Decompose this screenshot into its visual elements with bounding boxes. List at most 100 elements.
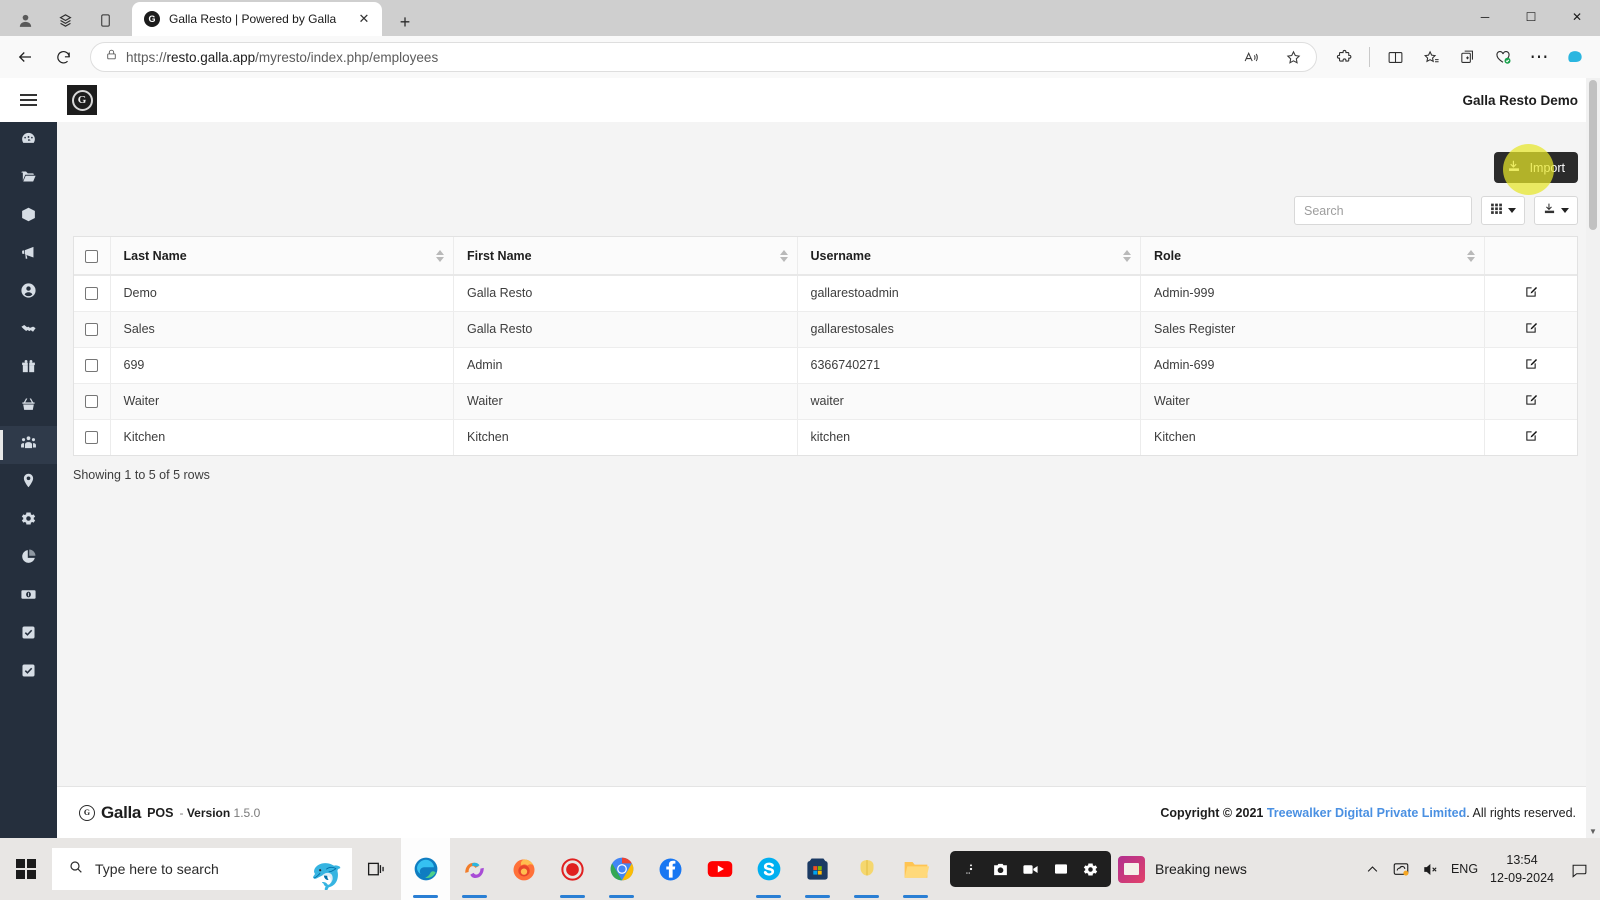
input-language[interactable]: ENG	[1451, 862, 1478, 876]
edit-pencil-icon[interactable]	[1524, 286, 1538, 302]
taskbar-search[interactable]: Type here to search 🐬	[52, 848, 352, 890]
sidebar-item-reports[interactable]	[0, 540, 57, 578]
task-view-button[interactable]	[352, 838, 401, 900]
back-icon[interactable]	[8, 41, 42, 73]
select-all-header[interactable]	[74, 237, 111, 276]
start-button[interactable]	[0, 838, 52, 900]
column-header-first-name[interactable]: First Name	[453, 237, 798, 276]
more-settings-icon[interactable]: ⋯	[1522, 41, 1556, 73]
sidebar-item-dashboard[interactable]	[0, 122, 57, 160]
sidebar-item-files[interactable]	[0, 160, 57, 198]
news-widget[interactable]: Breaking news	[1118, 855, 1247, 883]
sort-toggle-icon[interactable]	[1466, 249, 1475, 262]
cell-actions[interactable]	[1484, 419, 1577, 455]
taskbar-app-firefox[interactable]	[499, 838, 548, 900]
edit-pencil-icon[interactable]	[1524, 358, 1538, 374]
favorites-list-icon[interactable]	[1414, 41, 1448, 73]
taskbar-app-file-explorer[interactable]	[891, 838, 940, 900]
add-favorite-icon[interactable]	[1276, 41, 1310, 73]
sidebar-item-payments[interactable]	[0, 578, 57, 616]
onedrive-icon[interactable]	[1392, 860, 1410, 878]
column-header-role[interactable]: Role	[1140, 237, 1485, 276]
company-link[interactable]: Treewalker Digital Private Limited	[1267, 806, 1466, 820]
sidebar-item-employees[interactable]	[0, 426, 57, 464]
row-checkbox[interactable]	[85, 395, 99, 409]
taskbar-app-youtube[interactable]	[695, 838, 744, 900]
add-collection-icon[interactable]	[1450, 41, 1484, 73]
notification-icon[interactable]	[1566, 856, 1592, 882]
sort-toggle-icon[interactable]	[779, 249, 788, 262]
sidebar-item-approvals[interactable]	[0, 654, 57, 692]
row-checkbox[interactable]	[85, 287, 99, 301]
sidebar-toggle-button[interactable]	[0, 78, 57, 122]
collections-icon[interactable]	[46, 4, 84, 36]
cell-actions[interactable]	[1484, 275, 1577, 312]
profile-icon[interactable]	[6, 4, 44, 36]
row-select-cell[interactable]	[74, 383, 111, 420]
table-row[interactable]: 699 Admin 6366740271 Admin-699	[74, 347, 1577, 384]
row-select-cell[interactable]	[74, 311, 111, 348]
maximize-button[interactable]: ☐	[1508, 0, 1554, 34]
table-row[interactable]: Kitchen Kitchen kitchen Kitchen	[74, 419, 1577, 455]
sort-toggle-icon[interactable]	[1123, 249, 1131, 262]
edit-pencil-icon[interactable]	[1524, 430, 1538, 446]
cell-actions[interactable]	[1484, 347, 1577, 384]
sidebar-item-locations[interactable]	[0, 464, 57, 502]
capture-settings-icon[interactable]	[1077, 856, 1104, 883]
row-checkbox[interactable]	[85, 323, 99, 337]
chevron-up-icon[interactable]	[1365, 862, 1380, 877]
sidebar-item-orders[interactable]	[0, 388, 57, 426]
reload-icon[interactable]	[46, 41, 80, 73]
screenshot-camera-icon[interactable]	[987, 856, 1014, 883]
tab-close-icon[interactable]: ✕	[354, 9, 374, 29]
sidebar-item-settings[interactable]	[0, 502, 57, 540]
sidebar-item-inventory[interactable]	[0, 198, 57, 236]
taskbar-app-google-chrome[interactable]	[597, 838, 646, 900]
close-window-button[interactable]: ✕	[1554, 0, 1600, 34]
edit-pencil-icon[interactable]	[1524, 322, 1538, 338]
table-row[interactable]: Demo Galla Resto gallarestoadmin Admin-999	[74, 275, 1577, 312]
edit-pencil-icon[interactable]	[1524, 394, 1538, 410]
copilot-icon[interactable]	[1558, 41, 1592, 73]
column-header-last-name[interactable]: Last Name	[110, 237, 454, 276]
sidebar-item-tasks[interactable]	[0, 616, 57, 654]
taskbar-app-microsoft-store[interactable]	[793, 838, 842, 900]
table-row[interactable]: Sales Galla Resto gallarestosales Sales Reg…	[74, 311, 1577, 348]
browser-tab[interactable]: G Galla Resto | Powered by Galla ✕	[132, 2, 382, 36]
sidebar-item-marketing[interactable]	[0, 236, 57, 274]
column-header-username[interactable]: Username	[797, 237, 1141, 276]
taskbar-app-screen-recorder[interactable]	[548, 838, 597, 900]
scrollbar-thumb[interactable]	[1589, 80, 1597, 230]
sort-toggle-icon[interactable]	[436, 249, 444, 262]
row-select-cell[interactable]	[74, 419, 111, 455]
export-button[interactable]	[1534, 196, 1578, 225]
screen-capture-toolbar[interactable]	[950, 851, 1111, 887]
select-all-checkbox[interactable]	[85, 249, 99, 263]
page-scrollbar[interactable]: ▲ ▼	[1586, 78, 1600, 838]
address-bar[interactable]: https://resto.galla.app/myresto/index.ph…	[90, 42, 1317, 72]
extensions-icon[interactable]	[1327, 41, 1361, 73]
column-visibility-button[interactable]	[1481, 196, 1525, 225]
row-checkbox[interactable]	[85, 359, 99, 373]
import-button[interactable]: Import	[1493, 152, 1578, 183]
capture-options-icon[interactable]	[957, 856, 984, 883]
taskbar-app-tulip-app[interactable]	[842, 838, 891, 900]
window-capture-icon[interactable]	[1047, 856, 1074, 883]
browser-essentials-icon[interactable]	[1486, 41, 1520, 73]
cell-actions[interactable]	[1484, 383, 1577, 420]
row-checkbox[interactable]	[85, 431, 99, 445]
vertical-tabs-icon[interactable]	[86, 4, 124, 36]
split-screen-icon[interactable]	[1378, 41, 1412, 73]
row-select-cell[interactable]	[74, 275, 111, 312]
cell-actions[interactable]	[1484, 311, 1577, 348]
table-row[interactable]: Waiter Waiter waiter Waiter	[74, 383, 1577, 420]
taskbar-app-copilot[interactable]	[450, 838, 499, 900]
taskbar-app-facebook[interactable]	[646, 838, 695, 900]
search-input[interactable]	[1294, 196, 1472, 225]
sidebar-item-customers[interactable]	[0, 274, 57, 312]
taskbar-app-skype[interactable]	[744, 838, 793, 900]
volume-muted-icon[interactable]	[1422, 861, 1439, 878]
minimize-button[interactable]: ─	[1462, 0, 1508, 34]
scroll-down-icon[interactable]: ▼	[1586, 824, 1600, 838]
video-record-icon[interactable]	[1017, 856, 1044, 883]
